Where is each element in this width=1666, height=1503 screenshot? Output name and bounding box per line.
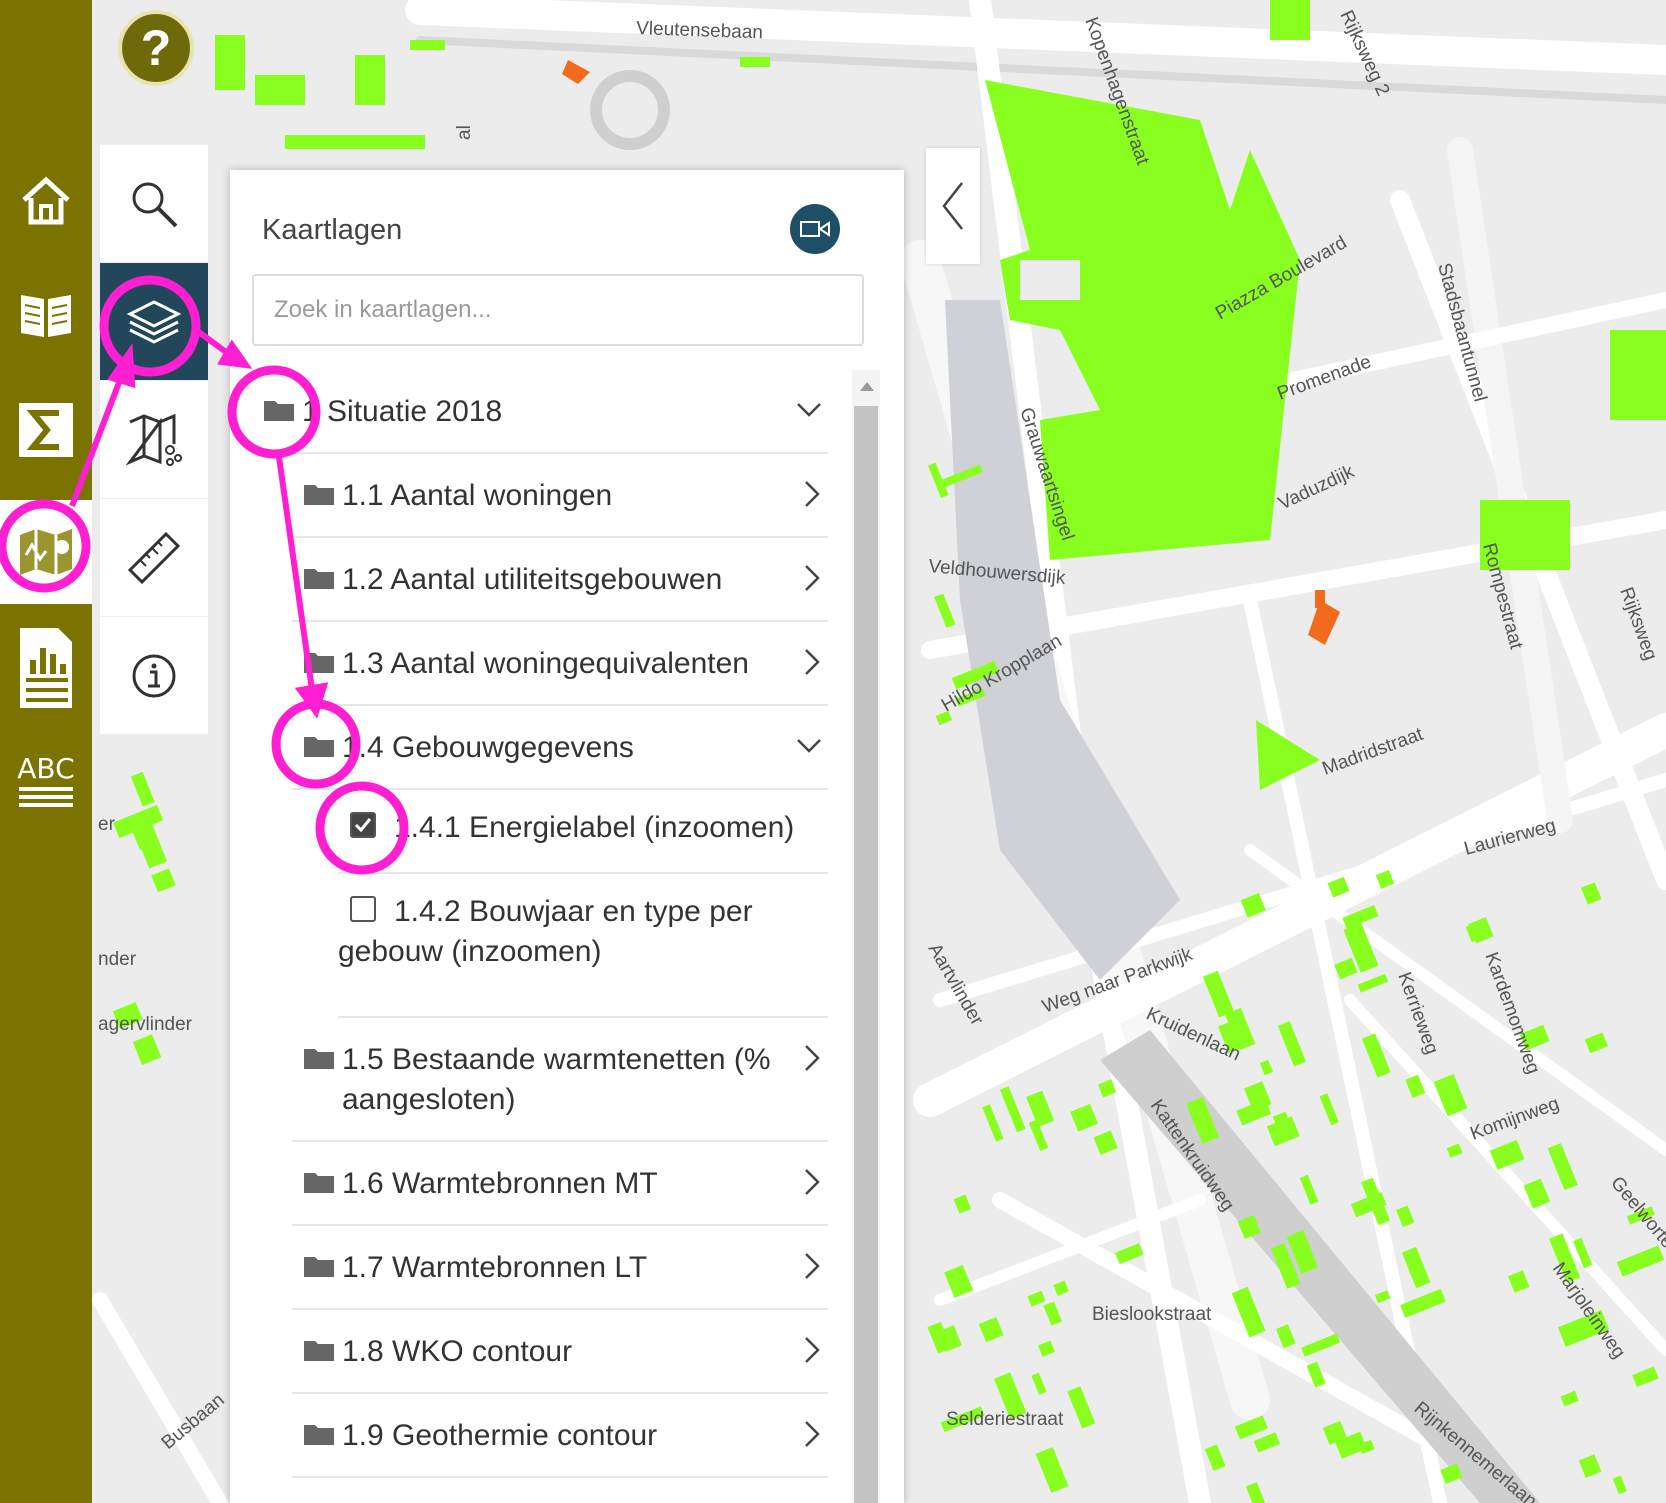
panel-title: Kaartlagen	[262, 214, 403, 246]
folder-icon	[304, 1425, 334, 1445]
folder-icon	[304, 1257, 334, 1277]
layer-1-5[interactable]: 1.5 Bestaande warmtenetten (% aangeslote…	[292, 1018, 828, 1142]
main-sidebar: ABC	[0, 0, 92, 1503]
layer-1-7[interactable]: 1.7 Warmtebronnen LT	[292, 1226, 828, 1310]
chevron-left-icon	[942, 182, 963, 230]
layer-label: 1.7 Warmtebronnen LT	[342, 1251, 648, 1284]
street-label: Bieslookstraat	[1092, 1304, 1212, 1325]
sublayer-label: 1.4.2 Bouwjaar en type per gebouw (inzoo…	[338, 895, 753, 968]
maps-button[interactable]	[0, 500, 92, 604]
chevron-right-icon[interactable]	[802, 1252, 822, 1280]
layer-1-9[interactable]: 1.9 Geothermie contour	[292, 1394, 828, 1478]
sublayer-1-4-1[interactable]: 1.4.1 Energielabel (inzoomen)	[338, 790, 828, 874]
home-icon	[22, 176, 70, 225]
chevron-right-icon[interactable]	[802, 1336, 822, 1364]
layers-tool-button[interactable]	[100, 263, 208, 381]
layer-group-1[interactable]: 1 Situatie 2018	[252, 370, 828, 454]
street-label: er	[98, 814, 116, 835]
layer-label: 1.2 Aantal utiliteitsgebouwen	[342, 563, 723, 596]
search-icon	[132, 182, 178, 227]
layer-label: 1.5 Bestaande warmtenetten (% aangeslote…	[342, 1043, 771, 1116]
legend-button[interactable]: ABC	[6, 740, 86, 820]
folder-icon	[304, 569, 334, 589]
search-tool-button[interactable]	[100, 145, 208, 263]
street-label: al	[454, 125, 475, 140]
chevron-right-icon[interactable]	[802, 480, 822, 508]
chevron-right-icon[interactable]	[802, 564, 822, 592]
folder-icon	[304, 653, 334, 673]
statistics-button[interactable]	[6, 390, 86, 470]
chevron-right-icon[interactable]	[802, 1420, 822, 1448]
sublayer-1-4-2[interactable]: 1.4.2 Bouwjaar en type per gebouw (inzoo…	[338, 874, 828, 1018]
measure-tool-button[interactable]	[100, 499, 208, 617]
abc-icon: ABC	[17, 751, 75, 807]
layer-label: 1.6 Warmtebronnen MT	[342, 1167, 658, 1200]
layers-panel: Kaartlagen 1 Situatie 2018 1.1 Aantal wo…	[230, 170, 904, 1503]
chevron-down-icon[interactable]	[796, 736, 822, 756]
report-button[interactable]	[6, 628, 86, 708]
scroll-up-arrow[interactable]	[860, 382, 874, 391]
home-button[interactable]	[6, 160, 86, 240]
layer-label: 1.3 Aantal woningequivalenten	[342, 647, 749, 680]
help-button[interactable]: ?	[118, 10, 194, 86]
chevron-right-icon[interactable]	[802, 1044, 822, 1072]
layer-label: 1.4 Gebouwgegevens	[342, 731, 634, 764]
layer-1-2[interactable]: 1.2 Aantal utiliteitsgebouwen	[292, 538, 828, 622]
video-button[interactable]	[790, 204, 840, 254]
layer-label: 1 Situatie 2018	[302, 395, 503, 428]
map-share-tool-button[interactable]	[100, 381, 208, 499]
folder-icon	[264, 401, 294, 421]
book-button[interactable]	[6, 275, 86, 355]
scrollbar-thumb[interactable]	[854, 406, 878, 1503]
info-icon	[132, 654, 176, 697]
report-icon	[20, 628, 72, 708]
collapse-panel-button[interactable]	[926, 148, 980, 264]
street-label: nder	[98, 949, 137, 970]
street-label: Selderiestraat	[946, 1409, 1064, 1430]
chevron-right-icon[interactable]	[802, 1168, 822, 1196]
layer-1-8[interactable]: 1.8 WKO contour	[292, 1310, 828, 1394]
chevron-right-icon[interactable]	[802, 648, 822, 676]
sigma-icon	[19, 403, 73, 457]
panel-scrollbar[interactable]	[852, 370, 880, 1503]
layer-search-input[interactable]	[252, 274, 864, 346]
info-tool-button[interactable]	[100, 617, 208, 735]
layer-1-6[interactable]: 1.6 Warmtebronnen MT	[292, 1142, 828, 1226]
layer-label: 1.8 WKO contour	[342, 1335, 573, 1368]
folder-icon	[304, 737, 334, 757]
ruler-icon	[127, 531, 181, 584]
folder-icon	[304, 485, 334, 505]
book-icon	[21, 295, 71, 337]
layer-1-3[interactable]: 1.3 Aantal woningequivalenten	[292, 622, 828, 706]
layer-label: 1.9 Geothermie contour	[342, 1419, 658, 1452]
folder-icon	[304, 1173, 334, 1193]
street-label: Vleutensebaan	[636, 18, 763, 43]
sublayer-label: 1.4.1 Energielabel (inzoomen)	[394, 811, 795, 844]
video-icon	[800, 221, 830, 237]
layers-icon	[126, 299, 182, 344]
map-icon	[20, 529, 72, 575]
map-share-icon	[126, 413, 182, 466]
street-label: agervlinder	[98, 1014, 193, 1035]
layer-1-1[interactable]: 1.1 Aantal woningen	[292, 454, 828, 538]
tool-bar	[100, 145, 208, 735]
layer-1-4[interactable]: 1.4 Gebouwgegevens	[292, 706, 828, 790]
layer-label: 1.1 Aantal woningen	[342, 479, 613, 512]
chevron-down-icon[interactable]	[796, 400, 822, 420]
abc-label: ABC	[17, 751, 75, 785]
folder-icon	[304, 1341, 334, 1361]
folder-icon	[304, 1049, 334, 1069]
